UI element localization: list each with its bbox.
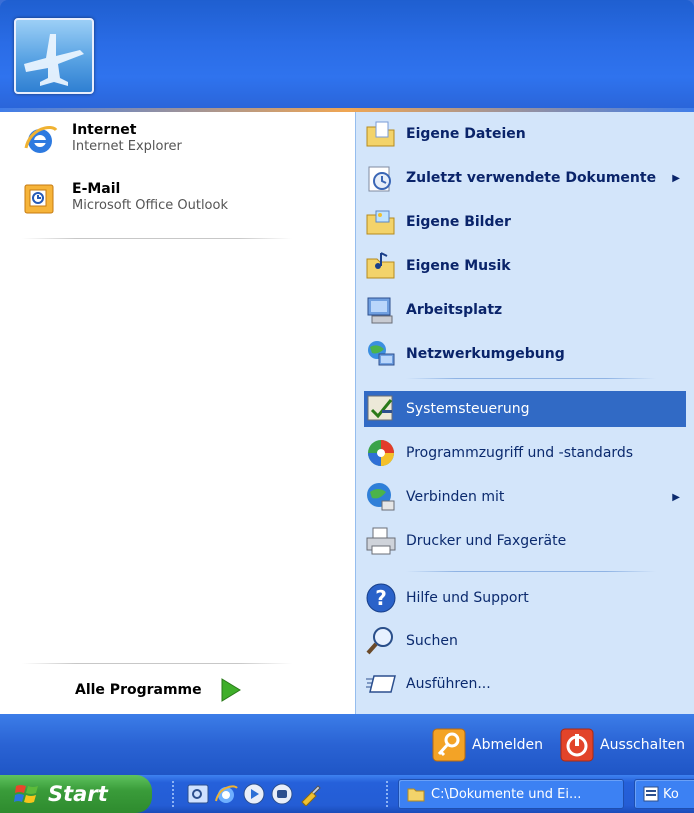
pinned-item-email[interactable]: E-Mail Microsoft Office Outlook (22, 181, 228, 217)
system-programmzugriff[interactable]: Programmzugriff und -standards (364, 435, 686, 471)
start-button[interactable]: Start (0, 775, 152, 813)
control-panel-icon (367, 395, 393, 421)
help-hilfe-support[interactable]: ? Hilfe und Support (364, 580, 686, 616)
user-avatar[interactable] (14, 18, 94, 94)
power-icon (560, 728, 594, 762)
quicklaunch-messenger-icon[interactable] (270, 782, 294, 806)
quicklaunch-internet-explorer-icon[interactable] (214, 782, 238, 806)
taskbar-grip[interactable] (386, 781, 391, 807)
folder-icon (407, 788, 425, 802)
start-menu-header (0, 0, 694, 110)
place-arbeitsplatz[interactable]: Arbeitsplatz (364, 292, 686, 328)
submenu-arrow-icon: ▶ (672, 172, 680, 184)
recent-documents-icon (368, 166, 391, 192)
taskbar-window-word[interactable]: Ko (634, 779, 694, 809)
key-icon (432, 728, 466, 762)
system-separator (406, 571, 656, 572)
start-menu: Internet Internet Explorer E-Mail Micros… (0, 0, 694, 775)
outlook-icon (24, 184, 54, 214)
place-label: Eigene Dateien (406, 126, 526, 142)
right-pane: Eigene Dateien Zuletzt verwendete Dokume… (355, 112, 694, 714)
taskbar: Start C:\Dokumente und Ei... Ko (0, 775, 694, 813)
place-eigene-musik[interactable]: Eigene Musik (364, 248, 686, 284)
system-drucker-faxgeraete[interactable]: Drucker und Faxgeräte (364, 523, 686, 559)
all-programs-label: Alle Programme (75, 682, 202, 698)
folder-music-icon (366, 252, 395, 279)
pinned-title: E-Mail (72, 181, 121, 197)
logoff-button[interactable]: Abmelden (432, 728, 543, 762)
folder-pictures-icon (366, 210, 395, 235)
place-label: Zuletzt verwendete Dokumente (406, 170, 657, 186)
pinned-subtitle: Internet Explorer (72, 139, 182, 154)
quicklaunch-grip[interactable] (172, 781, 177, 807)
pinned-subtitle: Microsoft Office Outlook (72, 198, 228, 213)
places-separator (406, 378, 656, 379)
computer-icon (367, 297, 393, 324)
quicklaunch-media-player-icon[interactable] (242, 782, 266, 806)
start-label: Start (48, 782, 108, 806)
connect-icon (367, 483, 395, 511)
place-label: Netzwerkumgebung (406, 346, 565, 362)
place-label: Eigene Musik (406, 258, 511, 274)
taskbar-window-label: C:\Dokumente und Ei... (431, 786, 582, 802)
place-eigene-bilder[interactable]: Eigene Bilder (364, 204, 686, 240)
pinned-item-internet[interactable]: Internet Internet Explorer (22, 122, 182, 158)
help-label: Suchen (406, 633, 458, 649)
shutdown-button[interactable]: Ausschalten (560, 728, 685, 762)
svg-text:?: ? (375, 586, 387, 610)
run-icon (366, 675, 396, 693)
network-icon (368, 341, 395, 366)
windows-flag-icon (14, 785, 38, 803)
search-icon (366, 627, 393, 655)
place-eigene-dateien[interactable]: Eigene Dateien (364, 116, 686, 152)
place-zuletzt-verwendete-dokumente[interactable]: Zuletzt verwendete Dokumente ▶ (364, 160, 686, 196)
submenu-arrow-icon: ▶ (672, 491, 680, 503)
system-label: Systemsteuerung (406, 401, 530, 417)
quicklaunch-tool-icon[interactable] (298, 782, 322, 806)
internet-explorer-icon (24, 125, 58, 153)
help-ausfuehren[interactable]: Ausführen... (364, 666, 686, 702)
airplane-icon (24, 34, 84, 86)
help-suchen[interactable]: Suchen (364, 623, 686, 659)
left-pane: Internet Internet Explorer E-Mail Micros… (0, 112, 355, 714)
help-label: Ausführen... (406, 676, 491, 692)
green-arrow-icon (221, 678, 241, 702)
system-label: Programmzugriff und -standards (406, 445, 634, 461)
printer-icon (366, 527, 396, 555)
place-label: Eigene Bilder (406, 214, 511, 230)
place-netzwerkumgebung[interactable]: Netzwerkumgebung (364, 336, 686, 372)
shutdown-label: Ausschalten (600, 737, 686, 753)
logoff-label: Abmelden (472, 737, 543, 753)
system-label: Drucker und Faxgeräte (406, 533, 567, 549)
place-label: Arbeitsplatz (406, 302, 503, 318)
system-label: Verbinden mit (406, 489, 505, 505)
system-verbinden-mit[interactable]: Verbinden mit ▶ (364, 479, 686, 515)
help-label: Hilfe und Support (406, 590, 529, 606)
taskbar-window-label: Ko (663, 786, 679, 802)
all-programs-button[interactable]: Alle Programme (75, 676, 244, 704)
program-access-icon (368, 440, 394, 466)
system-systemsteuerung[interactable]: Systemsteuerung (364, 391, 686, 427)
start-menu-footer: Abmelden Ausschalten (0, 714, 694, 775)
quicklaunch-outlook-icon[interactable] (186, 782, 210, 806)
help-icon: ? (366, 583, 396, 613)
word-document-icon (643, 786, 659, 802)
folder-documents-icon (366, 121, 395, 147)
all-programs-separator (22, 663, 292, 664)
pinned-title: Internet (72, 122, 137, 138)
taskbar-window-explorer[interactable]: C:\Dokumente und Ei... (398, 779, 624, 809)
pinned-separator (22, 238, 292, 239)
